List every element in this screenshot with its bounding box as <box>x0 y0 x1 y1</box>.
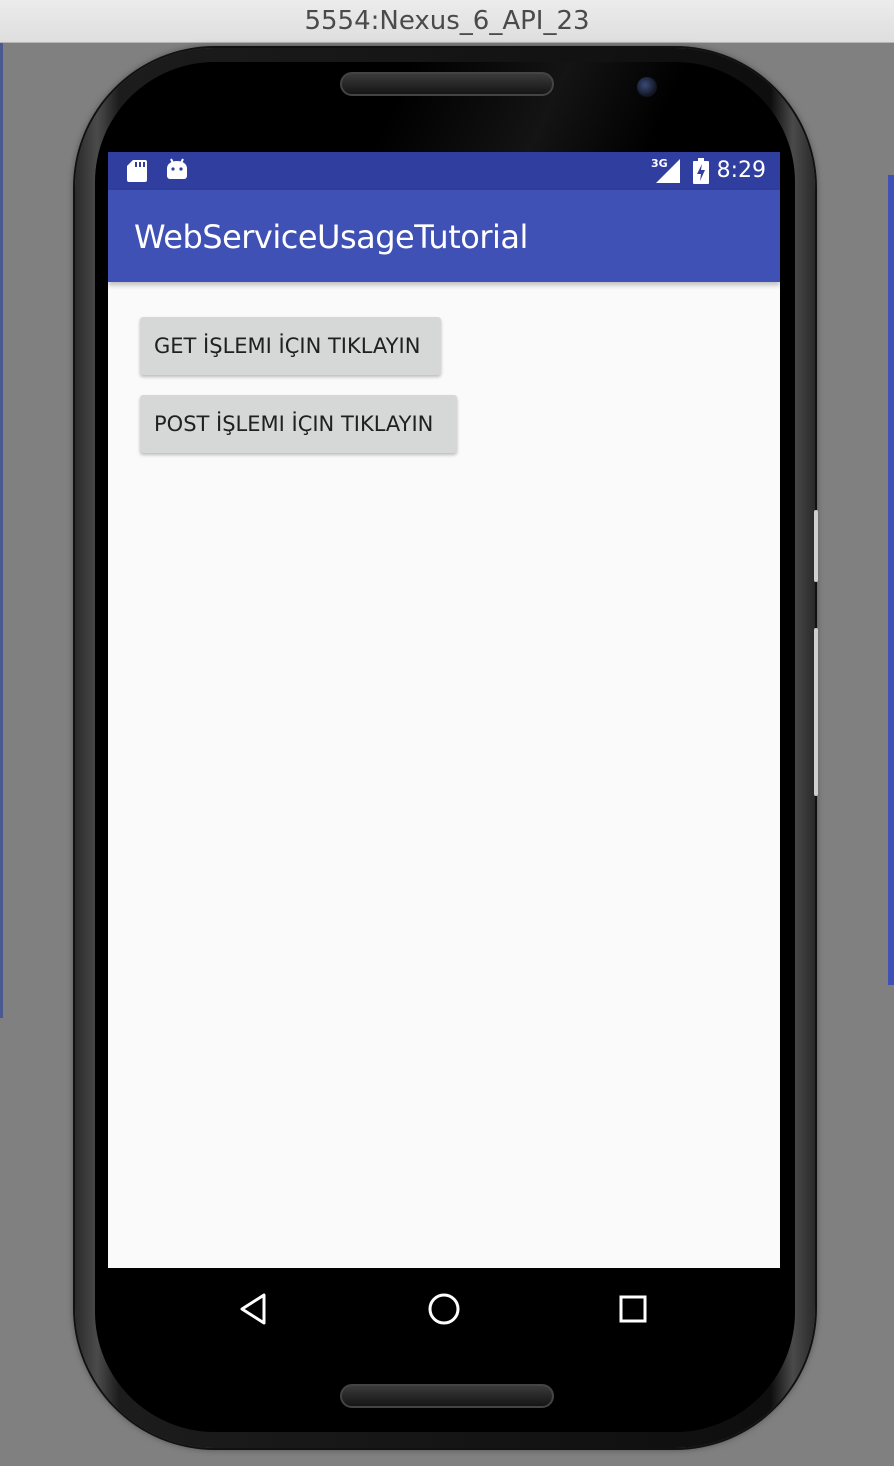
back-icon[interactable] <box>238 1292 270 1326</box>
device-screen: 3G 8:29 WebServiceUsageTutorial GET İŞLE… <box>108 152 780 1268</box>
app-title: WebServiceUsageTutorial <box>134 218 528 256</box>
home-icon[interactable] <box>427 1292 461 1326</box>
desktop-left-edge <box>0 43 3 1018</box>
app-bar: WebServiceUsageTutorial <box>108 190 780 282</box>
battery-icon <box>693 158 709 184</box>
post-request-button[interactable]: POST İŞLEMI İÇIN TIKLAYIN <box>140 395 457 453</box>
android-debug-icon <box>167 158 187 179</box>
front-camera <box>637 77 657 97</box>
signal-icon <box>656 159 680 183</box>
status-clock: 8:29 <box>716 158 766 183</box>
bottom-speaker <box>340 1384 554 1408</box>
status-bar: 3G 8:29 <box>108 152 780 190</box>
volume-button[interactable] <box>814 628 818 796</box>
window-title: 5554:Nexus_6_API_23 <box>304 6 590 36</box>
emulator-window-titlebar: 5554:Nexus_6_API_23 <box>0 0 894 43</box>
sd-card-icon <box>127 160 147 182</box>
top-speaker <box>340 72 554 96</box>
desktop-right-edge <box>888 175 894 985</box>
power-button[interactable] <box>814 510 818 582</box>
get-request-button[interactable]: GET İŞLEMI İÇIN TIKLAYIN <box>140 317 441 375</box>
recents-icon[interactable] <box>618 1294 648 1324</box>
navigation-bar <box>108 1268 780 1352</box>
